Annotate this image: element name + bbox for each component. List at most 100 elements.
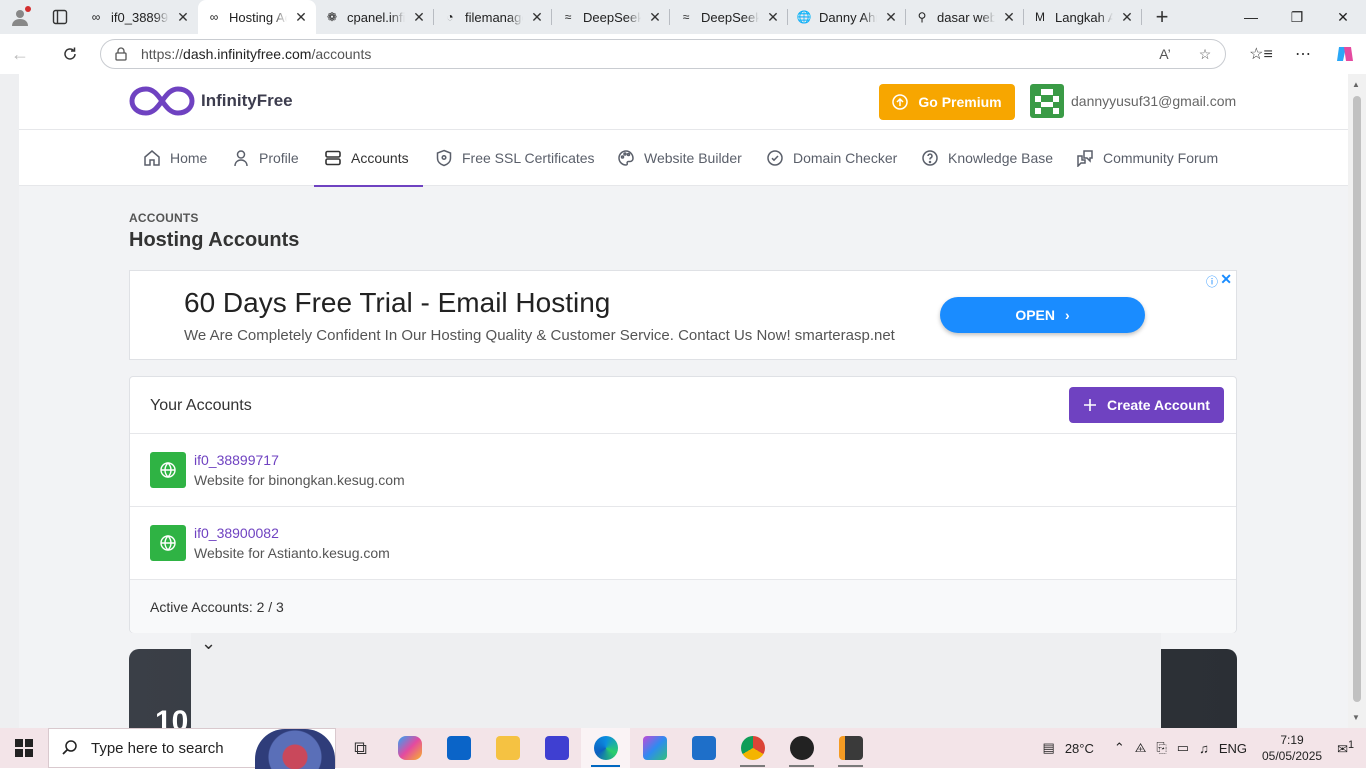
copilot-icon[interactable] [1324,44,1366,64]
sublime-button[interactable] [826,728,875,768]
browser-tab[interactable]: ≈ DeepSeek ✕ [670,0,788,34]
close-tab-icon[interactable]: ✕ [530,9,544,26]
file-explorer-button[interactable] [483,728,532,768]
tab-title: Langkah A [1055,9,1113,25]
promo-banner-text: 10 [155,705,189,728]
nav-community-forum[interactable]: Community Forum [1076,130,1218,186]
media-player-button[interactable] [777,728,826,768]
accounts-card-header: Your Accounts Create Account [130,377,1236,434]
media-app-button[interactable] [679,728,728,768]
ad-close-icon[interactable]: ✕ [1220,271,1232,288]
nav-website-builder[interactable]: Website Builder [617,130,742,186]
accounts-heading: Your Accounts [150,397,252,414]
close-window-button[interactable]: ✕ [1320,0,1366,34]
camera-icon[interactable]: ⎘ [1151,740,1171,756]
ad-info-icon[interactable]: ⓘ [1206,273,1218,290]
scroll-up-arrow[interactable]: ▲ [1352,80,1360,89]
read-aloud-icon[interactable]: A’ [1145,46,1185,62]
browser-tab[interactable]: 🌐 Danny Ahmad ✕ [788,0,906,34]
scroll-down-arrow[interactable]: ▼ [1352,713,1360,722]
browser-tab[interactable]: ❁ cpanel.infinityfree ✕ [316,0,434,34]
url-prefix: https:// [141,46,184,62]
close-tab-icon[interactable]: ✕ [884,9,898,26]
page-title: Hosting Accounts [129,229,300,251]
restore-button[interactable]: ❐ [1274,0,1320,34]
app-m-button[interactable] [532,728,581,768]
wifi-icon[interactable]: ⨹ [1130,740,1152,756]
close-tab-icon[interactable]: ✕ [176,9,190,26]
language-indicator[interactable]: ENG [1214,741,1252,756]
ad-open-button[interactable]: OPEN › [940,297,1145,333]
back-button[interactable]: ← [0,34,40,74]
browser-tab[interactable]: ∞ Hosting Accounts ✕ [198,0,316,34]
favorite-star-icon[interactable]: ☆ [1185,46,1225,63]
new-tab-button[interactable]: + [1142,0,1182,34]
copilot-taskbar-button[interactable] [385,728,434,768]
close-tab-icon[interactable]: ✕ [412,9,426,26]
clock[interactable]: 7:19 05/05/2025 [1252,732,1332,764]
account-row[interactable]: if0_38899717 Website for binongkan.kesug… [130,434,1236,507]
infinityfree-logo[interactable]: InfinityFree [129,84,293,118]
start-button[interactable] [0,728,48,768]
m365-button[interactable] [630,728,679,768]
home-icon [144,150,160,166]
refresh-button[interactable] [50,34,90,74]
account-name-link[interactable]: if0_38900082 [194,525,279,541]
edge-button[interactable] [581,728,630,768]
plus-icon [1084,399,1097,411]
nav-community-forum-label: Community Forum [1103,150,1219,166]
url-host: dash.infinityfree.com [183,46,312,62]
chrome-button[interactable] [728,728,777,768]
close-tab-icon[interactable]: ✕ [294,9,308,26]
page-scrollbar[interactable]: ▲ ▼ [1348,74,1366,728]
go-premium-label: Go Premium [918,94,1002,110]
volume-icon[interactable]: ♫ [1194,741,1214,756]
minimize-button[interactable]: — [1228,0,1274,34]
news-widget-icon[interactable]: ▤ [1038,740,1060,756]
user-email[interactable]: dannyyusuf31@gmail.com [1071,93,1236,109]
temperature-text[interactable]: 28°C [1060,741,1099,756]
notification-icon[interactable]: ✉1 [1332,739,1366,757]
globe-icon: 🌐 [796,10,812,24]
account-name-link[interactable]: if0_38899717 [194,452,279,468]
folder-icon [495,736,520,760]
profile-avatar[interactable] [0,0,40,34]
nav-domain-checker[interactable]: Domain Checker [766,130,897,186]
nav-home[interactable]: Home [143,130,207,186]
user-avatar[interactable] [1030,84,1064,118]
refresh-icon [64,47,76,60]
browser-tab[interactable]: M Langkah A ✕ [1024,0,1142,34]
nav-profile[interactable]: Profile [232,130,299,186]
outlook-button[interactable] [434,728,483,768]
close-tab-icon[interactable]: ✕ [1120,9,1134,26]
close-tab-icon[interactable]: ✕ [648,9,662,26]
chevron-up-icon[interactable]: ⌃ [1109,740,1130,756]
close-tab-icon[interactable]: ✕ [1002,9,1016,26]
browser-tab[interactable]: ◔ filemanager ✕ [434,0,552,34]
nav-free-ssl[interactable]: Free SSL Certificates [435,130,595,186]
search-highlight-image [255,729,335,769]
more-menu-icon[interactable]: ⋯ [1282,44,1324,64]
battery-icon[interactable]: ▭ [1172,740,1194,756]
url-input[interactable]: https://dash.infinityfree.com/accounts A… [100,39,1226,69]
play-icon [789,736,814,760]
close-tab-icon[interactable]: ✕ [766,9,780,26]
browser-tab[interactable]: ∞ if0_38899717 ✕ [80,0,198,34]
account-row[interactable]: if0_38900082 Website for Astianto.kesug.… [130,507,1236,580]
task-view-button[interactable]: ⧉ [336,728,385,768]
create-account-button[interactable]: Create Account [1069,387,1224,423]
tab-actions-button[interactable] [40,0,80,34]
nav-knowledge-base[interactable]: Knowledge Base [921,130,1053,186]
favorites-icon[interactable]: ☆≡ [1240,44,1282,64]
browser-tab[interactable]: ⚲ dasar web ✕ [906,0,1024,34]
browser-tab[interactable]: ≈ DeepSeek ✕ [552,0,670,34]
tab-title: DeepSeek [583,9,641,25]
scrollbar-thumb[interactable] [1353,96,1361,702]
nav-accounts[interactable]: Accounts [314,130,423,187]
advertisement-banner[interactable]: 60 Days Free Trial - Email Hosting We Ar… [129,270,1237,360]
go-premium-button[interactable]: Go Premium [879,84,1015,120]
chevron-down-icon[interactable]: ⌄ [201,633,216,654]
taskbar-search-box[interactable]: Type here to search [48,728,336,769]
shield-icon [436,149,452,167]
app-m-icon [544,736,569,760]
